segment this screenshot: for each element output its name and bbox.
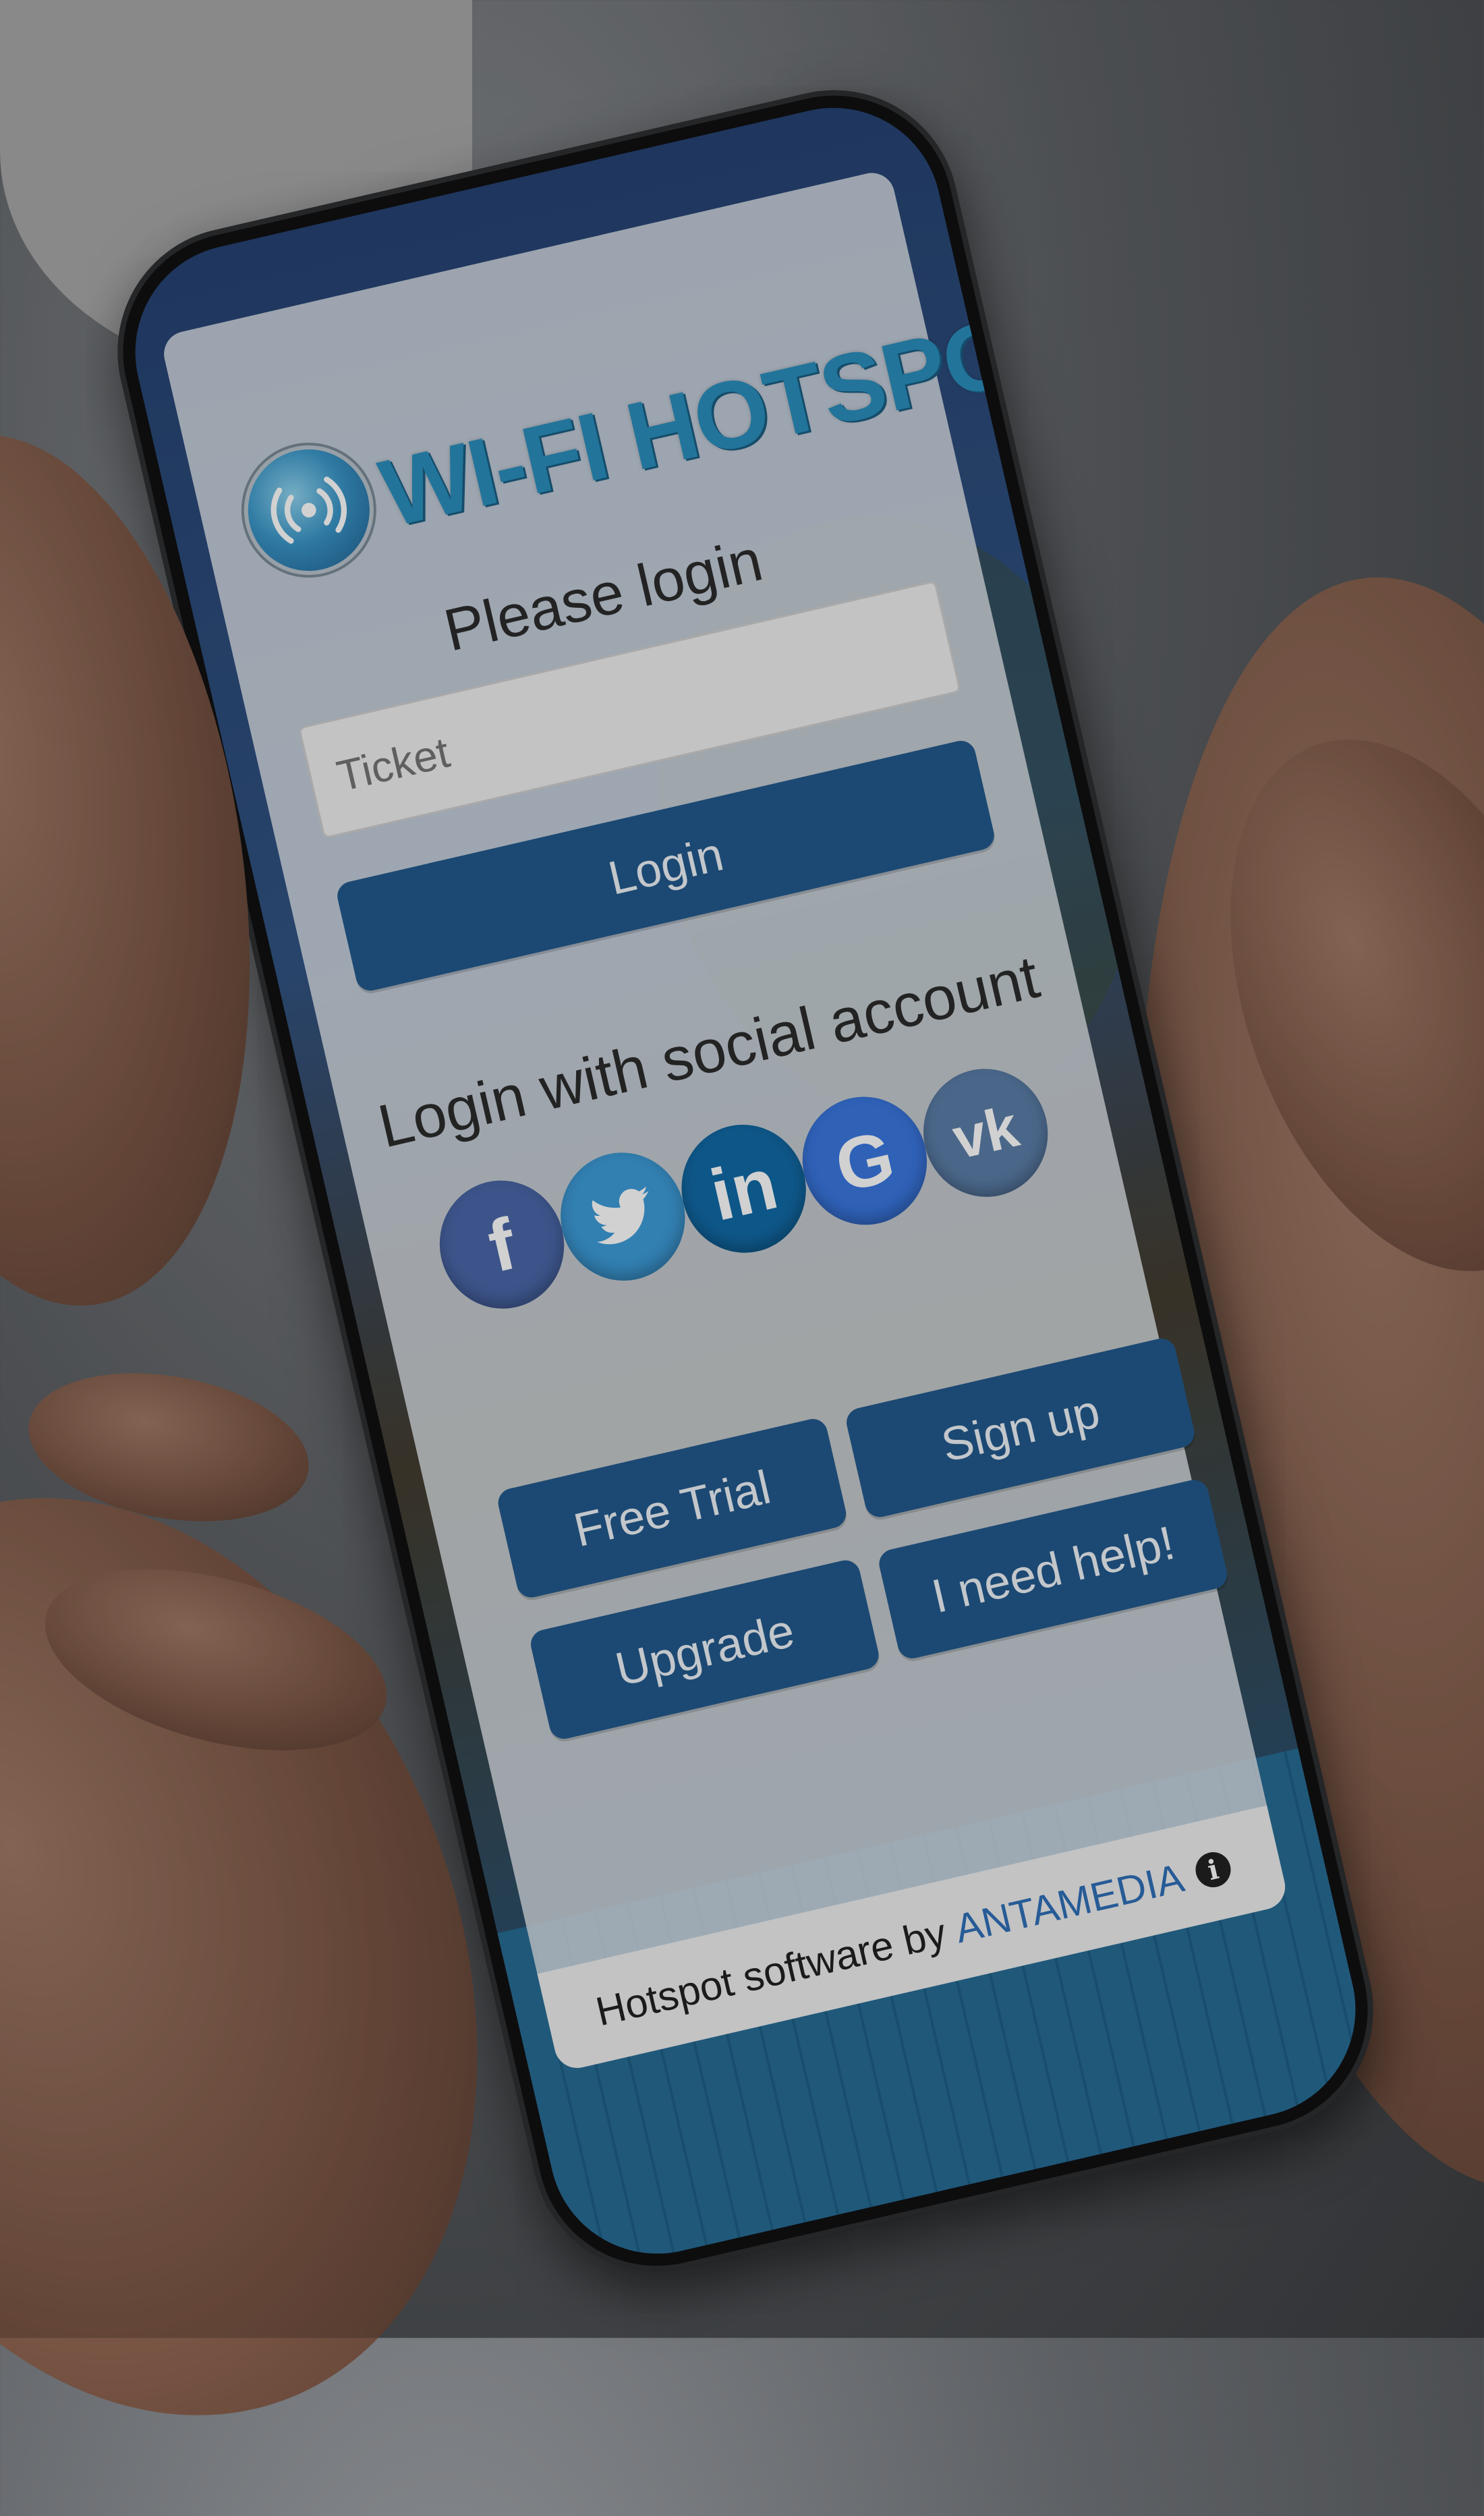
info-icon[interactable]: i [1192,1849,1234,1891]
vk-icon[interactable]: vk [911,1056,1061,1210]
google-icon[interactable]: G [789,1084,940,1237]
twitter-icon[interactable] [548,1140,698,1293]
facebook-icon[interactable]: f [427,1168,577,1321]
brand-title: WI-FI HOTSPOT [370,284,1083,548]
linkedin-icon[interactable]: in [668,1112,819,1266]
wifi-signal-icon [235,437,382,584]
